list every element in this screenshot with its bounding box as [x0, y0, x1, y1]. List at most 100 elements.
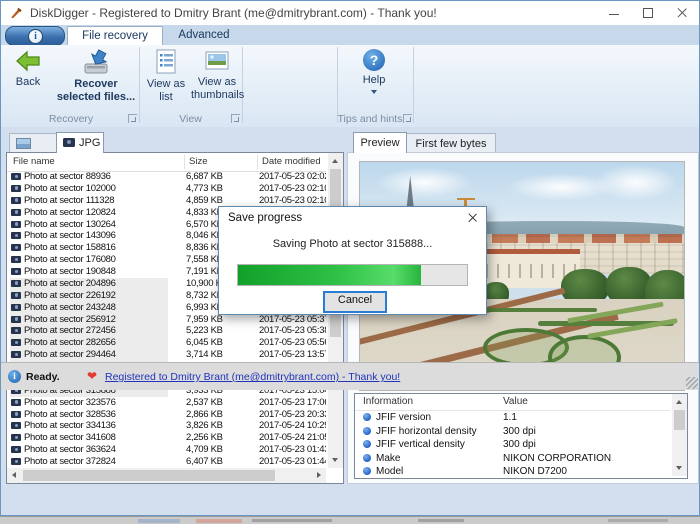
file-list: File name Size Date modified Photo at se…	[6, 152, 344, 484]
camera-icon	[11, 422, 21, 429]
info-row[interactable]: JFIF vertical density 300 dpi	[355, 438, 670, 452]
view-as-thumbnails-button[interactable]: View as thumbnails	[191, 49, 243, 101]
close-button[interactable]	[665, 1, 699, 25]
camera-icon	[11, 327, 21, 334]
camera-icon	[11, 292, 21, 299]
bullet-icon	[363, 427, 371, 435]
tab-preview[interactable]: Preview	[353, 132, 407, 153]
file-row[interactable]: Photo at sector 3728246,407 KB2017-05-23…	[7, 456, 326, 468]
file-name: Photo at sector 226192	[24, 290, 116, 301]
file-name: Photo at sector 256912	[24, 314, 116, 325]
file-row[interactable]: Photo at sector 3416082,256 KB2017-05-24…	[7, 432, 326, 444]
group-separator	[413, 47, 414, 123]
info-row[interactable]: ModelNIKON D7200	[355, 465, 670, 478]
file-row[interactable]: Photo at sector 1113284,859 KB2017-05-23…	[7, 195, 326, 207]
file-row[interactable]: Photo at sector 3285362,866 KB2017-05-23…	[7, 409, 326, 421]
column-file-name[interactable]: File name	[13, 153, 55, 171]
file-name: Photo at sector 176080	[24, 254, 116, 265]
dialog-launcher-icon[interactable]	[403, 114, 412, 123]
file-name: Photo at sector 334136	[24, 420, 116, 431]
info-value: 1.1	[503, 411, 517, 425]
file-row[interactable]: Photo at sector 889366,687 KB2017-05-23 …	[7, 171, 326, 183]
info-key: JFIF horizontal density	[376, 426, 477, 437]
file-size: 5,223 KB	[186, 325, 223, 337]
file-date: 2017-05-23 02:10:13	[259, 183, 326, 195]
diskdigger-app-icon	[9, 6, 24, 20]
info-row[interactable]: MakeNIKON CORPORATION	[355, 452, 670, 466]
column-value[interactable]: Value	[503, 394, 528, 410]
file-size: 3,714 KB	[186, 349, 223, 361]
file-row[interactable]: Photo at sector 2724565,223 KB2017-05-23…	[7, 325, 326, 337]
file-row[interactable]: Photo at sector 3341363,826 KB2017-05-24…	[7, 420, 326, 432]
file-row[interactable]: Photo at sector 363624 4,709 KB 2017-05-23…	[7, 444, 326, 456]
exif-info-table: Information Value JFIF version1.1JFIF ho…	[354, 393, 688, 479]
file-date: 2017-05-23 02:02:41	[259, 171, 326, 183]
status-info-icon: i	[8, 370, 21, 383]
info-table-body: JFIF version 1.1 JFIF horizontal density 30…	[355, 411, 670, 478]
camera-icon	[11, 434, 21, 441]
file-name: Photo at sector 120824	[24, 207, 116, 218]
maximize-button[interactable]	[631, 1, 665, 25]
info-row[interactable]: JFIF horizontal density 300 dpi	[355, 425, 670, 439]
camera-icon	[11, 256, 21, 263]
camera-icon	[11, 411, 21, 418]
resize-grip[interactable]	[686, 377, 698, 389]
recover-selected-files-button[interactable]: Recover selected files...	[53, 49, 139, 103]
camera-icon	[63, 138, 75, 147]
app-menu-button[interactable]: i	[5, 26, 65, 46]
save-progress-dialog: Save progress Saving Photo at sector 315…	[218, 206, 487, 315]
info-row[interactable]: JFIF version 1.1	[355, 411, 670, 425]
file-row[interactable]: Photo at sector 3235762,537 KB2017-05-23…	[7, 397, 326, 409]
file-name: Photo at sector 282656	[24, 337, 116, 348]
dialog-launcher-icon[interactable]	[231, 114, 240, 123]
file-size: 4,773 KB	[186, 183, 223, 195]
column-date-modified[interactable]: Date modified	[262, 153, 321, 171]
info-value: 300 dpi	[503, 425, 536, 439]
info-key: JFIF vertical density	[376, 439, 465, 450]
tab-file-recovery[interactable]: File recovery	[67, 26, 163, 46]
file-row[interactable]: Photo at sector 2569127,959 KB2017-05-23…	[7, 314, 326, 326]
file-date: 2017-05-23 01:43:40	[259, 444, 326, 456]
camera-icon	[11, 280, 21, 287]
camera-icon	[11, 304, 21, 311]
file-name: Photo at sector 323576	[24, 397, 116, 408]
file-name: Photo at sector 102000	[24, 183, 116, 194]
back-button[interactable]: Back	[7, 49, 49, 89]
file-name: Photo at sector 294464	[24, 349, 116, 360]
column-information[interactable]: Information	[363, 394, 413, 410]
file-size: 4,859 KB	[186, 195, 223, 207]
file-size: 2,256 KB	[186, 432, 223, 444]
camera-icon	[11, 185, 21, 192]
camera-icon	[11, 446, 21, 453]
file-name: Photo at sector 158816	[24, 242, 116, 253]
info-value: 300 dpi	[503, 438, 536, 452]
saving-message: Saving Photo at sector 315888...	[219, 238, 486, 250]
file-row[interactable]: Photo at sector 2944643,714 KB2017-05-23…	[7, 349, 326, 361]
help-icon: ?	[363, 49, 385, 71]
tab-advanced[interactable]: Advanced	[167, 26, 241, 45]
registered-link[interactable]: Registered to Dmitry Brant (me@dmitrybra…	[105, 371, 400, 383]
info-key: JFIF version	[376, 412, 431, 423]
horizontal-scrollbar[interactable]	[7, 468, 326, 483]
file-row[interactable]: Photo at sector 102000 4,773 KB 2017-05-23…	[7, 183, 326, 195]
image-file-icon	[16, 138, 31, 149]
minimize-button[interactable]	[597, 1, 631, 25]
dialog-launcher-icon[interactable]	[128, 114, 137, 123]
file-size: 4,709 KB	[186, 444, 223, 456]
view-as-list-button[interactable]: View as list	[143, 49, 189, 103]
column-size[interactable]: Size	[189, 153, 207, 171]
dialog-close-icon[interactable]	[464, 210, 480, 226]
file-name: Photo at sector 363624	[24, 444, 116, 455]
cancel-button[interactable]: Cancel	[323, 291, 387, 313]
camera-icon	[11, 268, 21, 275]
file-name: Photo at sector 272456	[24, 325, 116, 336]
help-button[interactable]: ? Help	[349, 49, 399, 94]
tab-jpg[interactable]: JPG	[56, 132, 104, 153]
progress-bar	[237, 264, 468, 286]
view-list-label: View as list	[147, 78, 185, 103]
info-vertical-scrollbar[interactable]	[672, 394, 687, 476]
file-row[interactable]: Photo at sector 2826566,045 KB2017-05-23…	[7, 337, 326, 349]
back-label: Back	[16, 76, 40, 88]
file-date: 2017-05-23 02:10:44	[259, 195, 326, 207]
camera-icon	[11, 399, 21, 406]
